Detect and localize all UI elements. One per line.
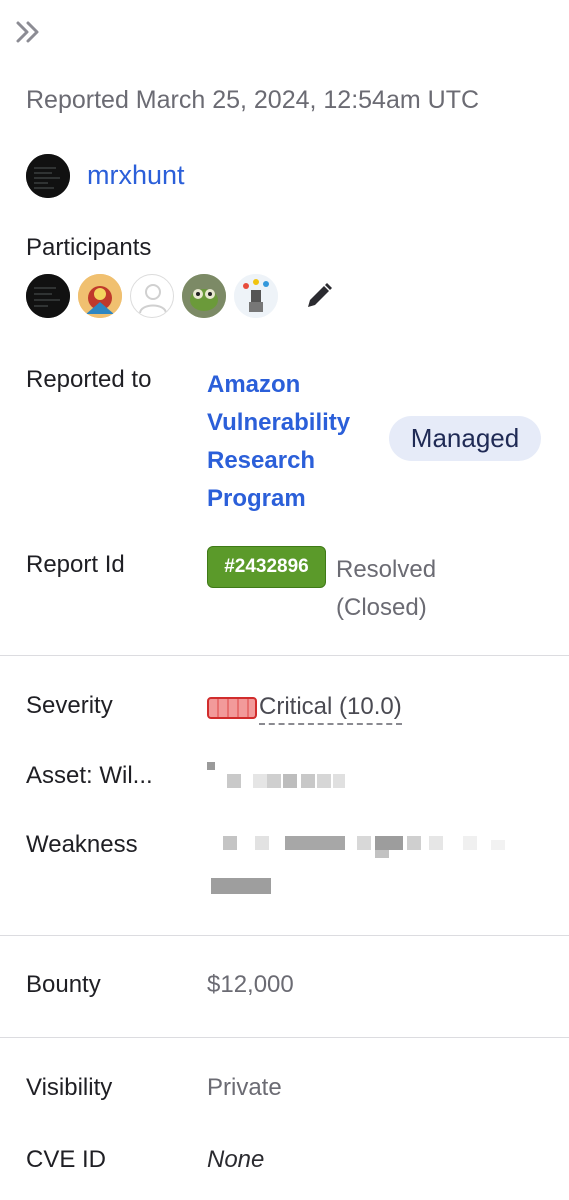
severity-label: Severity xyxy=(26,692,113,719)
severity-value[interactable]: Critical (10.0) xyxy=(259,693,402,725)
bounty-label: Bounty xyxy=(26,971,101,998)
visibility-label: Visibility xyxy=(26,1074,113,1101)
divider xyxy=(0,935,569,936)
bounty-value: $12,000 xyxy=(207,971,294,998)
participant-avatar[interactable] xyxy=(182,274,226,318)
visibility-value: Private xyxy=(207,1074,282,1101)
severity-bar-icon xyxy=(207,697,257,719)
reported-to-label: Reported to xyxy=(26,366,152,393)
participant-avatar[interactable] xyxy=(78,274,122,318)
report-status: Resolved (Closed) xyxy=(336,556,437,621)
program-link[interactable]: Amazon Vulnerability Research Program xyxy=(207,366,372,518)
weakness-label: Weakness xyxy=(26,831,138,858)
report-id-label: Report Id xyxy=(26,551,125,578)
report-id-badge[interactable]: #2432896 xyxy=(207,546,326,588)
asset-value-redacted xyxy=(207,760,357,796)
participant-avatar[interactable] xyxy=(26,274,70,318)
managed-badge: Managed xyxy=(389,416,541,461)
pencil-icon[interactable] xyxy=(302,279,336,313)
reporter-name-link[interactable]: mrxhunt xyxy=(87,160,185,191)
asset-label: Asset: Wil... xyxy=(26,762,153,789)
weakness-value-redacted xyxy=(207,832,527,900)
participants-label: Participants xyxy=(26,234,152,261)
participants-list xyxy=(26,274,336,318)
divider xyxy=(0,1037,569,1038)
reporter-avatar[interactable] xyxy=(26,154,70,198)
cve-id-value: None xyxy=(207,1146,265,1173)
reported-date: Reported March 25, 2024, 12:54am UTC xyxy=(26,86,480,114)
participant-avatar[interactable] xyxy=(234,274,278,318)
divider xyxy=(0,655,569,656)
double-chevron-right-icon[interactable] xyxy=(14,18,44,46)
cve-id-label: CVE ID xyxy=(26,1146,107,1173)
participant-avatar[interactable] xyxy=(130,274,174,318)
